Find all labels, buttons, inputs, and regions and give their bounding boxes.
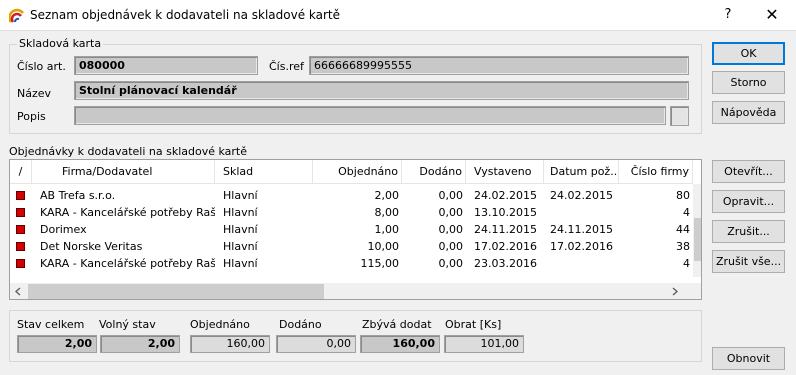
chevron-right-icon[interactable] bbox=[670, 287, 679, 296]
column-header-firm-no[interactable]: Číslo firmy bbox=[619, 160, 693, 184]
orders-label: Objednávky k dodavateli na skladové kart… bbox=[9, 145, 248, 158]
chevron-left-icon[interactable] bbox=[14, 287, 23, 296]
table-row[interactable]: KARA - Kancelářské potřeby Rašín Hlavní 8,… bbox=[10, 204, 690, 221]
stock-total-label: Stav celkem bbox=[17, 318, 85, 331]
edit-button[interactable]: Opravit... bbox=[712, 190, 785, 213]
sort-indicator: / bbox=[18, 165, 23, 178]
window-title: Seznam objednávek k dodavateli na sklado… bbox=[30, 8, 341, 22]
delivered-total-label: Dodáno bbox=[279, 318, 322, 331]
table-row[interactable]: Det Norske Veritas Hlavní 10,00 0,00 17.02.2… bbox=[10, 238, 690, 255]
help-icon[interactable]: ? bbox=[716, 4, 740, 26]
delivered-total-field: 0,00 bbox=[276, 335, 356, 353]
warehouse-cell: Hlavní bbox=[223, 223, 258, 236]
status-marker-icon bbox=[16, 225, 25, 234]
column-header-warehouse[interactable]: Sklad bbox=[215, 160, 313, 184]
supplier-cell: AB Trefa s.r.o. bbox=[40, 189, 116, 202]
cancel-all-button[interactable]: Zrušit vše... bbox=[712, 250, 785, 273]
ordered-cell: 10,00 bbox=[367, 240, 400, 253]
supplier-cell: Det Norske Veritas bbox=[40, 240, 143, 253]
horizontal-scrollbar[interactable] bbox=[10, 283, 693, 299]
name-label: Název bbox=[17, 87, 52, 100]
delivered-cell: 0,00 bbox=[438, 240, 464, 253]
title-bar: Seznam objednávek k dodavateli na sklado… bbox=[0, 0, 796, 31]
cancel-order-button[interactable]: Zrušit... bbox=[712, 220, 785, 243]
column-header-delivered[interactable]: Dodáno bbox=[402, 160, 466, 184]
free-stock-label: Volný stav bbox=[99, 318, 156, 331]
stock-total-field: 2,00 bbox=[17, 335, 97, 353]
status-marker-icon bbox=[16, 208, 25, 217]
column-header-issued[interactable]: Vystaveno bbox=[466, 160, 544, 184]
card-group-label: Skladová karta bbox=[17, 37, 104, 50]
warehouse-cell: Hlavní bbox=[223, 257, 258, 270]
supplier-cell: KARA - Kancelářské potřeby Rašín bbox=[40, 206, 215, 219]
free-stock-field: 2,00 bbox=[100, 335, 180, 353]
required-date-cell: 24.11.2015 bbox=[550, 223, 613, 236]
supplier-cell: Dorimex bbox=[40, 223, 87, 236]
issued-cell: 24.11.2015 bbox=[474, 223, 537, 236]
cancel-button[interactable]: Storno bbox=[712, 71, 785, 94]
vertical-scroll-thumb[interactable] bbox=[694, 218, 701, 261]
description-field[interactable] bbox=[74, 106, 666, 125]
ref-no-field[interactable]: 66666689995555 bbox=[309, 56, 689, 75]
column-header-supplier[interactable]: Firma/Dodavatel bbox=[32, 160, 215, 184]
status-marker-icon bbox=[16, 242, 25, 251]
ordered-cell: 8,00 bbox=[374, 206, 400, 219]
ordered-cell: 1,00 bbox=[374, 223, 400, 236]
ordered-cell: 115,00 bbox=[360, 257, 400, 270]
scroll-corner bbox=[693, 283, 701, 299]
status-marker-icon bbox=[16, 259, 25, 268]
firm-no-cell: 4 bbox=[683, 257, 690, 270]
help-button[interactable]: Nápověda bbox=[712, 101, 785, 124]
warehouse-cell: Hlavní bbox=[223, 206, 258, 219]
required-date-cell: 17.02.2016 bbox=[550, 240, 613, 253]
warehouse-cell: Hlavní bbox=[223, 189, 258, 202]
remaining-label: Zbývá dodat bbox=[362, 318, 432, 331]
firm-no-cell: 80 bbox=[676, 189, 690, 202]
orders-table[interactable]: / Firma/Dodavatel Sklad Objednáno Dodáno… bbox=[9, 159, 702, 300]
required-date-cell: 24.02.2015 bbox=[550, 189, 613, 202]
article-no-label: Číslo art. bbox=[17, 60, 66, 73]
column-header-sort[interactable]: / bbox=[10, 160, 32, 184]
ref-no-label: Čís.ref bbox=[269, 60, 304, 73]
open-button[interactable]: Otevřít... bbox=[712, 160, 785, 183]
ok-button[interactable]: OK bbox=[712, 42, 785, 65]
delivered-cell: 0,00 bbox=[438, 189, 464, 202]
close-icon[interactable]: ✕ bbox=[758, 4, 786, 26]
horizontal-scroll-thumb[interactable] bbox=[28, 284, 324, 299]
warehouse-cell: Hlavní bbox=[223, 240, 258, 253]
table-row[interactable]: AB Trefa s.r.o. Hlavní 2,00 0,00 24.02.2015 2… bbox=[10, 187, 690, 204]
refresh-button[interactable]: Obnovit bbox=[712, 347, 785, 370]
column-header-required-date[interactable]: Datum pož... bbox=[544, 160, 619, 184]
required-date-cell bbox=[544, 255, 619, 272]
article-no-field[interactable]: 080000 bbox=[74, 56, 258, 75]
table-row[interactable]: Dorimex Hlavní 1,00 0,00 24.11.2015 24.11.201… bbox=[10, 221, 690, 238]
turnover-field: 101,00 bbox=[444, 335, 524, 353]
firm-no-cell: 4 bbox=[683, 206, 690, 219]
issued-cell: 24.02.2015 bbox=[474, 189, 537, 202]
column-header-ordered[interactable]: Objednáno bbox=[313, 160, 402, 184]
table-row[interactable]: KARA - Kancelářské potřeby Rašín Hlavní 11… bbox=[10, 255, 690, 272]
status-marker-icon bbox=[16, 191, 25, 200]
issued-cell: 23.03.2016 bbox=[474, 257, 537, 270]
firm-no-cell: 44 bbox=[676, 223, 690, 236]
remaining-field: 160,00 bbox=[360, 335, 440, 353]
description-expand-button[interactable] bbox=[670, 106, 689, 126]
issued-cell: 17.02.2016 bbox=[474, 240, 537, 253]
delivered-cell: 0,00 bbox=[438, 206, 464, 219]
supplier-cell: KARA - Kancelářské potřeby Rašín bbox=[40, 257, 215, 270]
ordered-total-label: Objednáno bbox=[190, 318, 250, 331]
delivered-cell: 0,00 bbox=[438, 257, 464, 270]
vertical-scrollbar[interactable] bbox=[693, 184, 701, 277]
app-logo-icon bbox=[9, 8, 24, 23]
ordered-total-field: 160,00 bbox=[190, 335, 270, 353]
delivered-cell: 0,00 bbox=[438, 223, 464, 236]
required-date-cell bbox=[544, 204, 619, 221]
issued-cell: 13.10.2015 bbox=[474, 206, 537, 219]
description-label: Popis bbox=[17, 110, 46, 123]
turnover-label: Obrat [Ks] bbox=[445, 318, 502, 331]
firm-no-cell: 38 bbox=[676, 240, 690, 253]
name-field[interactable]: Stolní plánovací kalendář bbox=[74, 81, 689, 100]
ordered-cell: 2,00 bbox=[374, 189, 400, 202]
